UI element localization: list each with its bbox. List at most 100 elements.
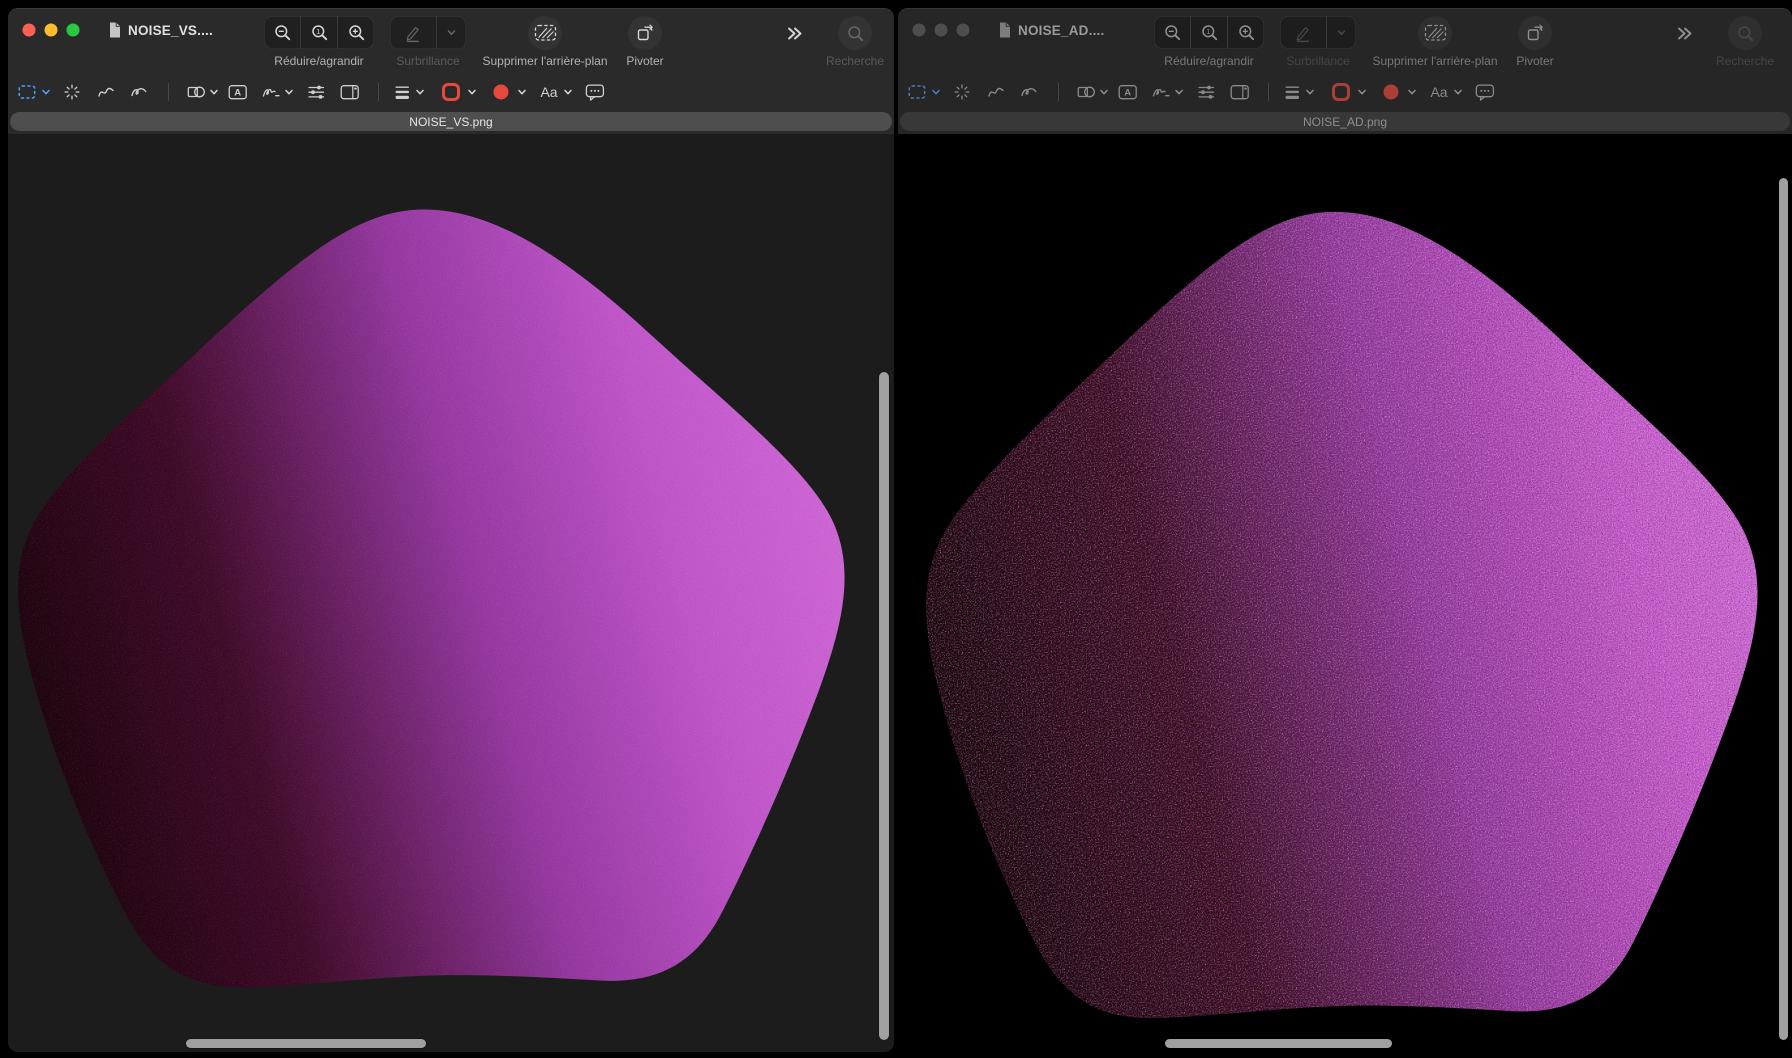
zoom-in-button[interactable] (1227, 16, 1264, 49)
text-style-label: Aa (540, 84, 557, 100)
border-color-chevron[interactable] (467, 87, 478, 98)
sign-chevron[interactable] (1174, 87, 1185, 98)
fill-color-chevron[interactable] (1407, 87, 1418, 98)
instant-alpha-button[interactable] (63, 83, 82, 102)
shapes-button[interactable] (1077, 83, 1096, 102)
minimize-button[interactable] (935, 24, 948, 37)
line-weight-chevron[interactable] (1305, 87, 1316, 98)
line-weight-button[interactable] (1283, 83, 1301, 102)
border-color-button[interactable] (1332, 83, 1351, 102)
image-canvas[interactable] (898, 134, 1792, 1052)
shapes-icon (1077, 83, 1096, 102)
adjust-button[interactable] (307, 83, 326, 102)
selection-rectangle-icon (18, 83, 37, 101)
selection-tool-button[interactable] (18, 83, 37, 101)
highlight-color-chevron[interactable] (1326, 16, 1356, 49)
filename-bar[interactable]: NOISE_AD.png (900, 112, 1790, 131)
image-noise-vs-blob (10, 198, 853, 1020)
border-color-swatch (442, 83, 461, 102)
highlight-button[interactable] (1280, 16, 1326, 49)
zoom-out-button[interactable] (1154, 16, 1190, 49)
horizontal-scrollbar[interactable] (1165, 1039, 1392, 1048)
line-weight-button[interactable] (393, 83, 411, 102)
text-box-button[interactable] (1118, 83, 1138, 102)
search-button[interactable] (1728, 16, 1762, 50)
actual-size-button[interactable] (300, 16, 337, 49)
sign-chevron[interactable] (284, 87, 295, 98)
highlight-pen-icon (403, 23, 423, 43)
zoom-button-group (1154, 16, 1264, 49)
close-button[interactable] (23, 24, 36, 37)
filename-text: NOISE_VS.png (409, 115, 492, 129)
text-style-chevron[interactable] (1453, 87, 1464, 98)
magnifier-plus-icon (347, 23, 366, 42)
fill-color-button[interactable] (1382, 83, 1401, 102)
search-label: Recherche (795, 54, 894, 68)
rotate-icon (635, 23, 655, 43)
vertical-scrollbar[interactable] (879, 372, 889, 1040)
zoom-out-button[interactable] (264, 16, 300, 49)
zoom-in-button[interactable] (337, 16, 374, 49)
toolbar-overflow-button[interactable] (778, 16, 812, 50)
actual-size-button[interactable] (1190, 16, 1227, 49)
window-controls (22, 23, 92, 37)
fill-color-button[interactable] (492, 83, 511, 102)
draw-button[interactable] (1020, 83, 1039, 102)
adjust-sliders-icon (307, 83, 326, 102)
sketch-squiggle-icon (987, 83, 1006, 102)
line-weight-icon (393, 83, 411, 102)
search-button[interactable] (838, 16, 872, 50)
text-box-button[interactable] (228, 83, 248, 102)
remove-background-icon (1424, 23, 1447, 43)
filename-text: NOISE_AD.png (1303, 115, 1387, 129)
shapes-button[interactable] (187, 83, 206, 102)
shapes-chevron[interactable] (1099, 87, 1110, 98)
selection-tool-chevron[interactable] (931, 87, 942, 98)
highlight-pen-icon (1293, 23, 1313, 43)
zoom-window-button[interactable] (67, 24, 80, 37)
chevron-down-icon (415, 87, 426, 98)
sketch-button[interactable] (97, 83, 116, 102)
highlight-button-group (390, 16, 466, 49)
border-color-button[interactable] (442, 83, 461, 102)
panel-button[interactable] (340, 83, 360, 102)
magnifier-minus-icon (273, 23, 292, 42)
image-canvas[interactable] (8, 134, 894, 1052)
rotate-button[interactable] (1518, 16, 1552, 50)
border-color-chevron[interactable] (1357, 87, 1368, 98)
selection-tool-chevron[interactable] (41, 87, 52, 98)
magnifier-plus-icon (1237, 23, 1256, 42)
shapes-chevron[interactable] (209, 87, 220, 98)
remove-background-button[interactable] (1418, 16, 1452, 50)
selection-tool-button[interactable] (908, 83, 927, 101)
annotation-button[interactable] (585, 83, 605, 102)
panel-button[interactable] (1230, 83, 1250, 102)
annotation-button[interactable] (1475, 83, 1495, 102)
filename-bar[interactable]: NOISE_VS.png (10, 112, 892, 131)
line-weight-chevron[interactable] (415, 87, 426, 98)
adjust-button[interactable] (1197, 83, 1216, 102)
remove-background-button[interactable] (528, 16, 562, 50)
highlight-color-chevron[interactable] (436, 16, 466, 49)
rotate-button[interactable] (628, 16, 662, 50)
zoom-window-button[interactable] (957, 24, 970, 37)
vertical-scrollbar[interactable] (1779, 178, 1788, 1040)
draw-button[interactable] (130, 83, 149, 102)
minimize-button[interactable] (45, 24, 58, 37)
highlight-button[interactable] (390, 16, 436, 49)
adjust-sliders-icon (1197, 83, 1216, 102)
fill-color-chevron[interactable] (517, 87, 528, 98)
sketch-button[interactable] (987, 83, 1006, 102)
text-style-button[interactable]: Aa (1430, 84, 1447, 100)
text-style-chevron[interactable] (563, 87, 574, 98)
text-style-button[interactable]: Aa (540, 84, 557, 100)
instant-alpha-button[interactable] (953, 83, 972, 102)
horizontal-scrollbar[interactable] (186, 1039, 426, 1048)
magnifier-one-icon (310, 23, 329, 42)
chevron-down-icon (1407, 87, 1418, 98)
sign-button[interactable] (1152, 83, 1171, 102)
sign-button[interactable] (262, 83, 281, 102)
chevron-down-icon (563, 87, 574, 98)
close-button[interactable] (913, 24, 926, 37)
toolbar-overflow-button[interactable] (1668, 16, 1702, 50)
